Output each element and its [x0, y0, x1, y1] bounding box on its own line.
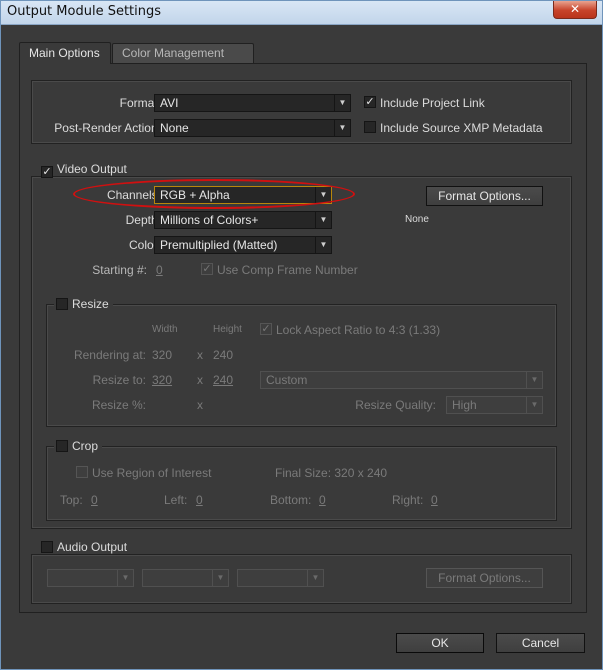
audio-output-label: Audio Output [57, 540, 128, 554]
resize-quality-dropdown[interactable]: High ▼ [446, 396, 543, 414]
audio-output-checkbox[interactable] [41, 541, 53, 553]
use-roi-label[interactable]: Use Region of Interest [92, 466, 211, 480]
resize-quality-value: High [452, 398, 477, 412]
check-icon: ✓ [261, 323, 271, 335]
color-value: Premultiplied (Matted) [160, 238, 278, 252]
audio-rate-dropdown[interactable]: ▼ [47, 569, 134, 587]
chevron-down-icon: ▼ [334, 120, 350, 136]
video-output-group: Channels: RGB + Alpha ▼ Depth: Millions … [31, 176, 572, 529]
video-output-legend[interactable]: ✓ Video Output [39, 162, 131, 178]
width-header: Width [152, 324, 178, 335]
post-render-dropdown[interactable]: None ▼ [154, 119, 351, 137]
crop-right-value[interactable]: 0 [431, 493, 438, 507]
crop-group: Use Region of Interest Final Size: 320 x… [46, 446, 557, 521]
resize-preset-value: Custom [266, 373, 308, 387]
starting-number-label: Starting #: [92, 263, 147, 277]
color-dropdown[interactable]: Premultiplied (Matted) ▼ [154, 236, 332, 254]
chevron-down-icon: ▼ [117, 570, 133, 586]
video-format-options-button[interactable]: Format Options... [426, 186, 543, 206]
channels-label: Channels: [106, 188, 161, 202]
chevron-down-icon: ▼ [526, 397, 542, 413]
resize-quality-label: Resize Quality: [355, 398, 436, 412]
check-icon: ✓ [202, 263, 212, 275]
chevron-down-icon: ▼ [315, 237, 331, 253]
height-header: Height [213, 324, 242, 335]
video-output-label: Video Output [57, 162, 127, 176]
crop-left-label: Left: [164, 493, 188, 507]
resize-group: Width Height ✓ Lock Aspect Ratio to 4:3 … [46, 304, 557, 427]
resize-to-label: Resize to: [92, 373, 146, 387]
resize-percent-x: x [197, 398, 203, 412]
depth-value: Millions of Colors+ [160, 213, 259, 227]
resize-legend[interactable]: Resize [54, 297, 113, 311]
chevron-down-icon: ▼ [315, 212, 331, 228]
cancel-button[interactable]: Cancel [496, 633, 585, 653]
resize-to-x: x [197, 373, 203, 387]
channels-value: RGB + Alpha [160, 188, 230, 202]
format-group: Format: AVI ▼ Post-Render Action: None ▼… [31, 80, 572, 144]
include-xmp-checkbox[interactable] [364, 121, 376, 133]
crop-top-label: Top: [60, 493, 83, 507]
post-render-label: Post-Render Action: [54, 121, 161, 135]
crop-top-value[interactable]: 0 [91, 493, 98, 507]
audio-output-group: ▼ ▼ ▼ Format Options... [31, 554, 572, 604]
main-options-panel: Format: AVI ▼ Post-Render Action: None ▼… [19, 63, 587, 613]
tab-color-management[interactable]: Color Management [112, 43, 254, 63]
crop-label: Crop [72, 439, 99, 453]
format-value: AVI [160, 96, 179, 110]
resize-percent-label: Resize %: [91, 398, 146, 412]
rendering-at-height: 240 [213, 348, 234, 362]
audio-output-legend[interactable]: Audio Output [39, 540, 132, 554]
lock-aspect-checkbox[interactable]: ✓ [260, 323, 272, 335]
chevron-down-icon: ▼ [334, 95, 350, 111]
rendering-at-width: 320 [152, 348, 173, 362]
chevron-down-icon: ▼ [212, 570, 228, 586]
crop-checkbox[interactable] [56, 440, 68, 452]
crop-legend[interactable]: Crop [54, 439, 103, 453]
resize-to-height[interactable]: 240 [213, 373, 233, 387]
crop-bottom-label: Bottom: [270, 493, 312, 507]
crop-left-value[interactable]: 0 [196, 493, 203, 507]
crop-bottom-value[interactable]: 0 [319, 493, 326, 507]
include-xmp-label[interactable]: Include Source XMP Metadata [380, 121, 543, 135]
crop-right-label: Right: [392, 493, 424, 507]
resize-checkbox[interactable] [56, 298, 68, 310]
audio-depth-dropdown[interactable]: ▼ [142, 569, 229, 587]
rendering-at-label: Rendering at: [73, 348, 146, 362]
use-comp-frame-checkbox[interactable]: ✓ [201, 263, 213, 275]
final-size-text: Final Size: 320 x 240 [275, 466, 388, 480]
audio-channels-dropdown[interactable]: ▼ [237, 569, 324, 587]
chevron-down-icon: ▼ [307, 570, 323, 586]
ok-button[interactable]: OK [396, 633, 484, 653]
audio-format-options-button[interactable]: Format Options... [426, 568, 543, 588]
include-project-link-label[interactable]: Include Project Link [380, 96, 485, 110]
output-module-settings-dialog: Output Module Settings ✕ Main Options Co… [0, 0, 603, 670]
resize-preset-dropdown[interactable]: Custom ▼ [260, 371, 543, 389]
video-output-checkbox[interactable]: ✓ [41, 166, 53, 178]
codec-text: None [405, 214, 429, 225]
use-roi-checkbox[interactable] [76, 466, 88, 478]
depth-dropdown[interactable]: Millions of Colors+ ▼ [154, 211, 332, 229]
starting-number-value[interactable]: 0 [156, 263, 163, 277]
tab-main-options[interactable]: Main Options [19, 42, 111, 64]
close-icon: ✕ [569, 2, 581, 16]
post-render-value: None [160, 121, 189, 135]
resize-to-width[interactable]: 320 [152, 373, 172, 387]
format-dropdown[interactable]: AVI ▼ [154, 94, 351, 112]
channels-dropdown[interactable]: RGB + Alpha ▼ [154, 186, 332, 204]
window-title: Output Module Settings [7, 4, 162, 19]
title-bar[interactable]: Output Module Settings ✕ [1, 1, 602, 25]
lock-aspect-label[interactable]: Lock Aspect Ratio to 4:3 (1.33) [276, 323, 440, 337]
check-icon: ✓ [365, 96, 375, 108]
resize-label: Resize [72, 297, 109, 311]
include-project-link-checkbox[interactable]: ✓ [364, 96, 376, 108]
use-comp-frame-label[interactable]: Use Comp Frame Number [217, 263, 358, 277]
rendering-at-x: x [197, 348, 203, 362]
chevron-down-icon: ▼ [315, 187, 331, 203]
close-button[interactable]: ✕ [553, 1, 597, 19]
chevron-down-icon: ▼ [526, 372, 542, 388]
check-icon: ✓ [42, 166, 52, 178]
